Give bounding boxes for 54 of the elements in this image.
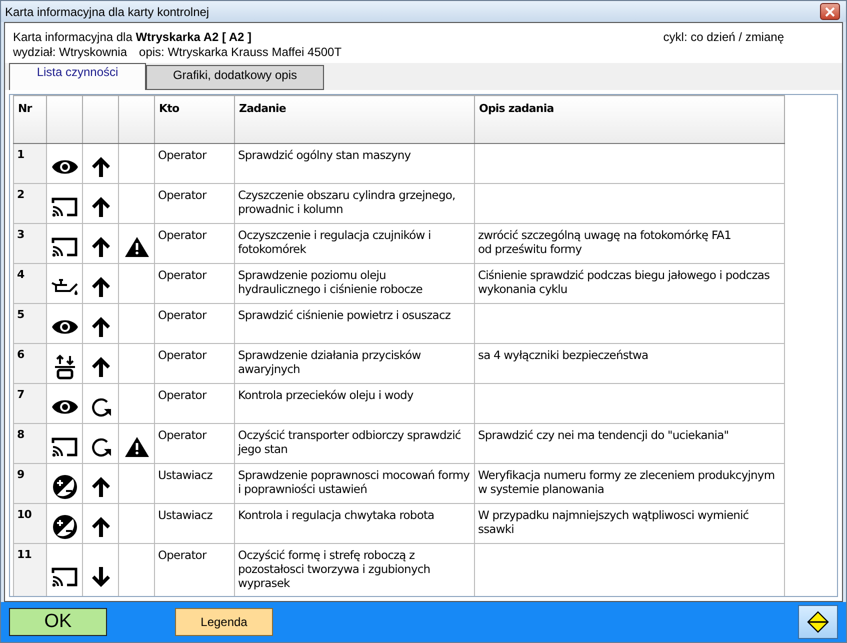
table-cell: Operator xyxy=(154,424,234,464)
row-number: 10 xyxy=(14,504,46,544)
table-cell: Operator xyxy=(154,144,234,184)
table-cell: Sprawdzić czy nei ma tendencji do "uciekania" xyxy=(478,428,729,442)
tab[interactable]: Grafiki, dodatkowy opis xyxy=(146,65,324,90)
row-number: 2 xyxy=(14,184,46,224)
table-cell: Sprawdzenie działania przycisków awaryjnych xyxy=(234,344,474,384)
table-cell: Operator xyxy=(154,304,234,344)
diamond-icon xyxy=(807,611,829,633)
table-cell: Operator xyxy=(154,384,234,424)
table-cell: zwrócić szczególną uwagę na fotokomórkę FA1 od prześwitu formy xyxy=(478,228,732,256)
row-number: 8 xyxy=(14,424,46,464)
description-label: opis: Wtryskarka Krauss Maffei 4500T xyxy=(139,45,342,59)
row-number: 5 xyxy=(14,304,46,344)
row-number: 4 xyxy=(14,264,46,304)
row-number: 11 xyxy=(14,544,46,596)
legend-button[interactable]: Legenda xyxy=(175,608,273,636)
close-button[interactable] xyxy=(820,3,840,20)
tab[interactable]: Lista czynności xyxy=(9,63,146,90)
column-header: Nr xyxy=(14,96,46,144)
row-number: 7 xyxy=(14,384,46,424)
table-cell: Czyszczenie obszaru cylindra grzejnego, prowadnic i kolumn xyxy=(234,184,474,224)
table-cell: Operator xyxy=(154,344,234,384)
navigate-button[interactable] xyxy=(798,605,838,639)
row-number: 9 xyxy=(14,464,46,504)
table-cell: Ustawiacz xyxy=(154,464,234,504)
column-header: Kto xyxy=(154,96,234,144)
row-number: 1 xyxy=(14,144,46,184)
table-cell: Operator xyxy=(154,224,234,264)
table-cell: Ustawiacz xyxy=(154,504,234,544)
table-cell: W przypadku najmniejszych wątpliwosci wymienić ssawki xyxy=(478,508,749,536)
table-cell: Sprawdzić ogólny stan maszyny xyxy=(234,144,474,184)
column-header: Opis zadania xyxy=(474,96,784,144)
table-cell: Kontrola przecieków oleju i wody xyxy=(234,384,474,424)
column-header: Zadanie xyxy=(234,96,474,144)
ok-button[interactable]: OK xyxy=(9,608,107,636)
table-cell: Oczyszczenie i regulacja czujników i fotokomórek xyxy=(234,224,474,264)
department-label: wydział: Wtryskownia xyxy=(13,45,128,59)
table-cell: Ciśnienie sprawdzić podczas biegu jałowego i podczas wykonania cyklu xyxy=(478,268,770,296)
window-title: Karta informacyjna dla karty kontrolnej xyxy=(5,4,210,18)
table-cell: Sprawdzenie poziomu oleju hydraulicznego i ciśnienie robocze xyxy=(234,264,474,304)
cycle-label: cykl: co dzień / zmianę xyxy=(663,30,784,44)
row-number: 6 xyxy=(14,344,46,384)
table-cell: Oczyścić transporter odbiorczy sprawdzić jego stan xyxy=(234,424,474,464)
table-cell: Sprawdzenie poprawnosci mocowań formy i poprawniości ustawień xyxy=(234,464,474,504)
table-cell: Sprawdzić ciśnienie powietrz i osuszacz xyxy=(234,304,474,344)
table-cell: Weryfikacja numeru formy ze zleceniem produkcyjnym w systemie planowania xyxy=(478,468,775,496)
table-cell: Kontrola i regulacja chwytaka robota xyxy=(234,504,474,544)
close-icon xyxy=(825,6,835,16)
table-cell: Operator xyxy=(154,184,234,224)
table-cell: Operator xyxy=(154,264,234,304)
row-number: 3 xyxy=(14,224,46,264)
machine-label: Karta informacyjna dla Wtryskarka A2 [ A2 ] xyxy=(13,30,252,44)
table-cell: sa 4 wyłączniki bezpieczeństwa xyxy=(478,348,648,362)
